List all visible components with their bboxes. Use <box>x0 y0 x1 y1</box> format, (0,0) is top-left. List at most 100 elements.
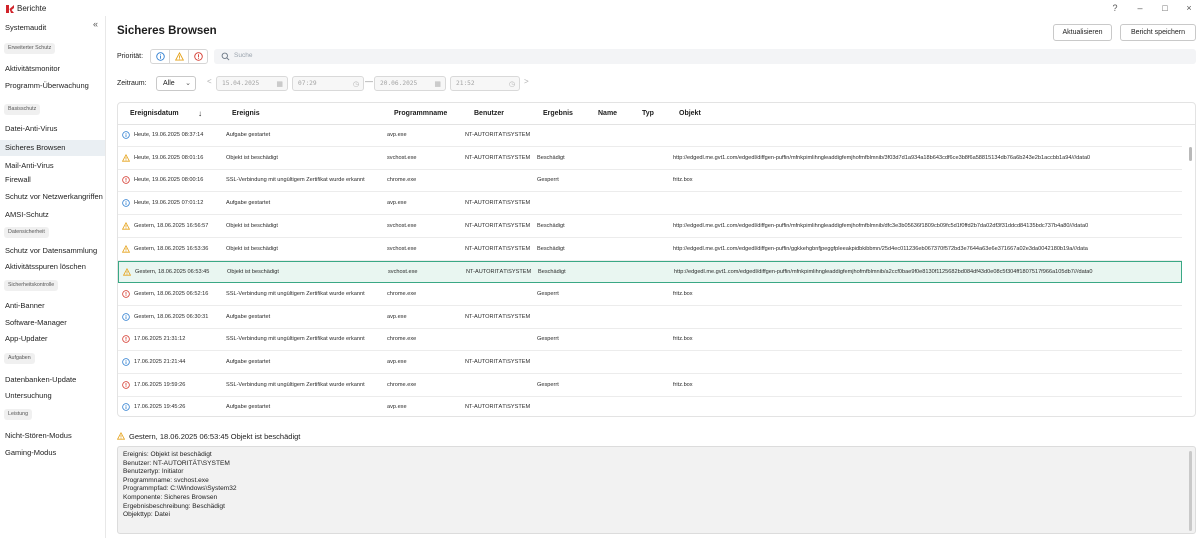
column-date[interactable]: Ereignisdatum <box>130 110 179 117</box>
table-row[interactable]: Gestern, 18.06.2025 06:30:31 Aufgabe gest… <box>118 307 1182 329</box>
sidebar-item[interactable]: Nicht-Stören-Modus <box>0 428 105 444</box>
sidebar-item[interactable]: Gaming-Modus <box>0 445 105 461</box>
sidebar-item[interactable]: Programm-Überwachung <box>0 78 105 94</box>
close-button[interactable]: × <box>1181 2 1197 14</box>
sidebar-group-label: Leistung <box>4 409 33 420</box>
cell-program: avp.exe <box>387 200 407 207</box>
cell-date: Gestern, 18.06.2025 06:30:31 <box>134 313 209 320</box>
table-row[interactable]: Heute, 19.06.2025 08:37:14 Aufgabe gestar… <box>118 125 1182 147</box>
detail-scrollbar[interactable] <box>1189 451 1192 531</box>
cell-object: http://edgedl.me.gvt1.com/edgedl/diffgen… <box>673 245 1088 252</box>
column-result[interactable]: Ergebnis <box>543 110 573 117</box>
sidebar-item[interactable]: Anti-Banner <box>0 298 105 314</box>
table-row[interactable]: Gestern, 18.06.2025 16:53:36 Objekt ist b… <box>118 239 1182 261</box>
column-object[interactable]: Objekt <box>679 110 701 117</box>
warning-icon <box>116 431 126 441</box>
period-select-value: Alle <box>163 80 175 87</box>
detail-line: Ereignis: Objekt ist beschädigt <box>123 451 212 458</box>
sidebar-item[interactable]: Sicheres Browsen <box>0 140 105 156</box>
search-input[interactable]: Suche <box>214 49 1196 64</box>
cell-date: Heute, 19.06.2025 08:00:16 <box>134 177 204 184</box>
table-row[interactable]: 17.06.2025 19:59:26 SSL-Verbindung mit un… <box>118 375 1182 397</box>
cell-result: Beschädigt <box>538 269 566 276</box>
cell-program: svchost.exe <box>388 269 418 276</box>
cell-result: Beschädigt <box>537 154 565 161</box>
sidebar-item[interactable]: Software-Manager <box>0 315 105 331</box>
cell-result: Beschädigt <box>537 222 565 229</box>
sidebar-item[interactable]: Datei-Anti-Virus <box>0 121 105 137</box>
table-row[interactable]: Gestern, 18.06.2025 06:53:45 Objekt ist b… <box>118 261 1182 284</box>
sidebar-item[interactable]: Aktivitätsmonitor <box>0 61 105 77</box>
table-row[interactable]: 17.06.2025 21:21:44 Aufgabe gestartet avp.… <box>118 352 1182 374</box>
error-icon <box>122 380 130 389</box>
cell-event: Aufgabe gestartet <box>226 313 271 320</box>
prev-period-button[interactable]: < <box>207 77 212 86</box>
column-name[interactable]: Name <box>598 110 617 117</box>
info-icon <box>122 199 130 207</box>
table-header: Ereignisdatum ↓ Ereignis Programmname Be… <box>118 103 1195 125</box>
refresh-button[interactable]: Aktualisieren <box>1053 24 1112 41</box>
sidebar-item[interactable]: Firewall <box>0 172 105 188</box>
cell-user: NT-AUTORITÄT\SYSTEM <box>465 154 531 161</box>
date-to-field[interactable]: 20.06.2025 ▦ <box>374 76 446 91</box>
app-title: Berichte <box>17 4 47 13</box>
table-row[interactable]: Gestern, 18.06.2025 16:56:57 Objekt ist b… <box>118 216 1182 238</box>
column-event[interactable]: Ereignis <box>232 110 260 117</box>
sidebar-item[interactable]: App-Updater <box>0 331 105 347</box>
cell-result: Gesperrt <box>537 290 559 297</box>
column-user[interactable]: Benutzer <box>474 110 504 117</box>
table-row[interactable]: 17.06.2025 19:45:26 Aufgabe gestartet avp.… <box>118 397 1182 416</box>
next-period-button[interactable]: > <box>524 77 529 86</box>
sidebar-item[interactable]: Untersuchung <box>0 388 105 404</box>
table-row[interactable]: 17.06.2025 21:31:12 SSL-Verbindung mit un… <box>118 329 1182 352</box>
cell-event: SSL-Verbindung mit ungültigem Zertifikat… <box>226 290 365 297</box>
table-row[interactable]: Heute, 19.06.2025 07:01:12 Aufgabe gestar… <box>118 193 1182 216</box>
priority-info-toggle[interactable] <box>151 50 170 63</box>
priority-warning-toggle[interactable] <box>170 50 189 63</box>
priority-error-toggle[interactable] <box>189 50 207 63</box>
time-to-value: 21:52 <box>456 80 475 87</box>
cell-program: avp.exe <box>387 132 407 138</box>
sidebar-item[interactable]: Datenbanken-Update <box>0 372 105 388</box>
cell-object: http://edgedl.me.gvt1.com/edgedl/diffgen… <box>674 269 1093 276</box>
sidebar-group-label: Aufgaben <box>4 353 35 364</box>
period-select[interactable]: Alle ⌄ <box>156 76 196 91</box>
detail-line: Objekttyp: Datei <box>123 511 170 519</box>
table-row[interactable]: Heute, 19.06.2025 08:00:16 SSL-Verbindung… <box>118 170 1182 193</box>
help-button[interactable]: ? <box>1107 2 1123 14</box>
sidebar-item[interactable]: Schutz vor Netzwerkangriffen <box>0 189 105 205</box>
sidebar-group-label: Erweiterter Schutz <box>4 43 56 54</box>
time-to-field[interactable]: 21:52 ◷ <box>450 76 520 91</box>
error-icon <box>122 290 130 298</box>
sidebar-item[interactable]: Aktivitätsspuren löschen <box>0 259 105 275</box>
table-row[interactable]: Heute, 19.06.2025 08:01:16 Objekt ist bes… <box>118 148 1182 170</box>
column-program[interactable]: Programmname <box>394 110 447 117</box>
sidebar-item[interactable]: Systemaudit <box>0 20 105 36</box>
detail-line: Benutzertyp: Initiator <box>123 468 184 476</box>
table-row[interactable]: Gestern, 18.06.2025 06:52:16 SSL-Verbindu… <box>118 284 1182 306</box>
sidebar-item[interactable]: AMSI-Schutz <box>0 207 105 223</box>
cell-event: Aufgabe gestartet <box>226 132 271 138</box>
cell-date: Heute, 19.06.2025 07:01:12 <box>134 200 204 207</box>
info-icon <box>122 312 130 321</box>
save-report-button[interactable]: Bericht speichern <box>1120 24 1196 41</box>
cell-result: Gesperrt <box>537 177 559 184</box>
calendar-icon: ▦ <box>434 80 441 88</box>
date-from-field[interactable]: 15.04.2025 ▦ <box>216 76 288 91</box>
cell-program: chrome.exe <box>387 336 417 343</box>
sidebar-item[interactable]: Schutz vor Datensammlung <box>0 243 105 259</box>
range-separator: — <box>365 77 373 86</box>
column-type[interactable]: Typ <box>642 110 654 117</box>
cell-event: SSL-Verbindung mit ungültigem Zertifikat… <box>226 381 365 388</box>
time-from-field[interactable]: 07:29 ◷ <box>292 76 364 91</box>
cell-program: avp.exe <box>387 313 407 320</box>
sort-down-icon[interactable]: ↓ <box>198 109 202 118</box>
maximize-button[interactable]: □ <box>1157 2 1173 14</box>
error-icon <box>122 176 130 185</box>
cell-event: Objekt ist beschädigt <box>226 222 278 229</box>
info-icon <box>122 403 130 412</box>
minimize-button[interactable]: – <box>1132 2 1148 14</box>
priority-filter <box>150 49 208 64</box>
cell-object: http://edgedl.me.gvt1.com/edgedl/diffgen… <box>673 222 1089 229</box>
table-scrollbar[interactable] <box>1189 147 1192 161</box>
